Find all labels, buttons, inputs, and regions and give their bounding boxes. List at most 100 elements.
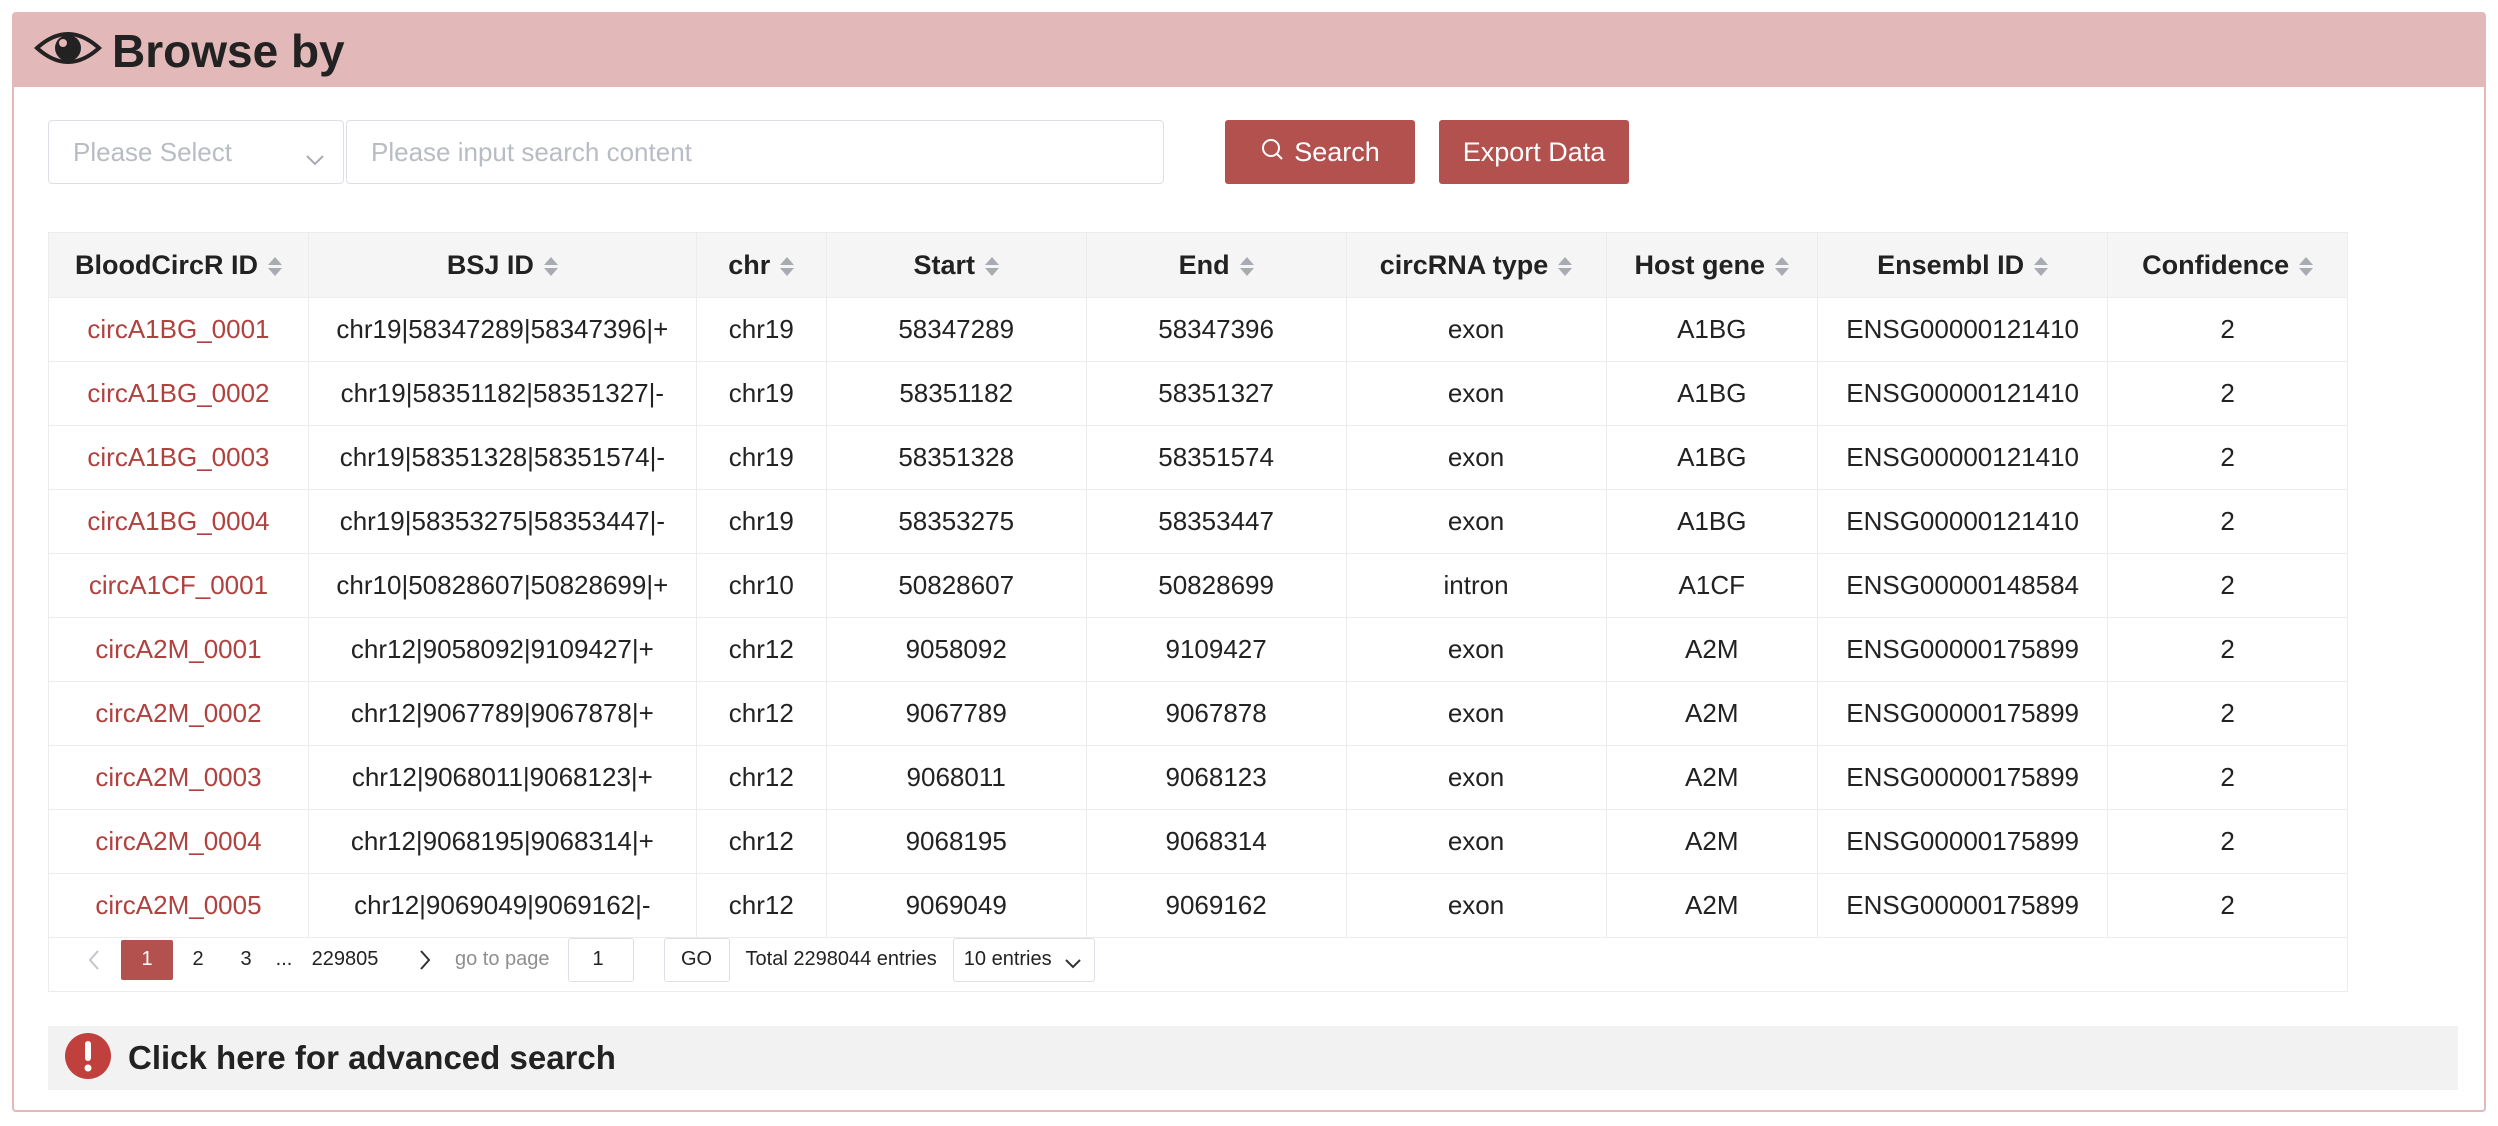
- column-header-label: Host gene: [1634, 249, 1766, 280]
- column-header[interactable]: Start: [825, 232, 1087, 298]
- table-cell: chr19: [695, 425, 827, 490]
- sort-icon[interactable]: [543, 256, 558, 276]
- table-cell: 9109427: [1085, 617, 1347, 682]
- total-entries: Total 2298044 entries: [745, 948, 937, 970]
- table-cell: exon: [1345, 489, 1607, 554]
- sort-icon[interactable]: [1239, 256, 1254, 276]
- table-cell: 2: [2107, 617, 2348, 682]
- export-data-button[interactable]: Export Data: [1439, 120, 1629, 184]
- column-header[interactable]: Confidence: [2107, 232, 2348, 298]
- table-cell: 9068314: [1085, 809, 1347, 874]
- search-input[interactable]: [346, 120, 1164, 184]
- sort-icon[interactable]: [267, 256, 282, 276]
- column-header[interactable]: Host gene: [1605, 232, 1819, 298]
- page-size-select[interactable]: 10 entries: [952, 937, 1095, 982]
- table-cell: A2M: [1605, 809, 1819, 874]
- table-cell: A1BG: [1605, 489, 1819, 554]
- page-title: Browse by: [112, 24, 345, 77]
- table-row: circA1BG_0002 chr19|58351182|58351327|- ch…: [48, 361, 2348, 426]
- column-header-label: End: [1178, 249, 1230, 280]
- table-cell: chr10: [695, 553, 827, 618]
- page-2-button[interactable]: 2: [175, 940, 221, 980]
- table-cell: ENSG00000175899: [1817, 745, 2109, 810]
- circrna-id-link[interactable]: circA2M_0002: [48, 681, 309, 746]
- column-header[interactable]: Ensembl ID: [1817, 232, 2109, 298]
- table-cell: A1CF: [1605, 553, 1819, 618]
- goto-page-input[interactable]: [567, 937, 634, 982]
- sort-icon[interactable]: [1775, 256, 1790, 276]
- table-cell: 9068195: [825, 809, 1087, 874]
- table-cell: exon: [1345, 681, 1607, 746]
- go-button[interactable]: GO: [663, 937, 730, 982]
- circrna-id-link[interactable]: circA2M_0001: [48, 617, 309, 682]
- table-cell: 58351574: [1085, 425, 1347, 490]
- field-select[interactable]: Please Select: [48, 120, 344, 184]
- circrna-id-link[interactable]: circA1BG_0003: [48, 425, 309, 490]
- advanced-search-bar[interactable]: Click here for advanced search: [48, 1026, 2458, 1090]
- table-row: circA2M_0004 chr12|9068195|9068314|+ chr12…: [48, 809, 2348, 874]
- column-header[interactable]: End: [1085, 232, 1347, 298]
- table-cell: exon: [1345, 617, 1607, 682]
- column-header-label: BloodCircR ID: [74, 249, 258, 280]
- table-cell: 50828699: [1085, 553, 1347, 618]
- circrna-id-link[interactable]: circA2M_0004: [48, 809, 309, 874]
- table-cell: chr12: [695, 617, 827, 682]
- chevron-down-icon: [305, 143, 325, 174]
- column-header[interactable]: BSJ ID: [307, 232, 697, 298]
- column-header-label: circRNA type: [1379, 249, 1549, 280]
- circrna-id-link[interactable]: circA2M_0003: [48, 745, 309, 810]
- table-cell: 58351182: [825, 361, 1087, 426]
- page-ellipsis[interactable]: ...: [271, 940, 297, 980]
- sort-icon[interactable]: [780, 256, 795, 276]
- column-header[interactable]: chr: [695, 232, 827, 298]
- eye-icon: [32, 24, 104, 77]
- table-cell: ENSG00000148584: [1817, 553, 2109, 618]
- table-cell: chr19|58351328|58351574|-: [307, 425, 697, 490]
- circrna-id-link[interactable]: circA1BG_0002: [48, 361, 309, 426]
- table-body: circA1BG_0001 chr19|58347289|58347396|+ ch…: [48, 297, 2348, 938]
- table-cell: 2: [2107, 425, 2348, 490]
- column-header-label: chr: [728, 249, 771, 280]
- circrna-id-link[interactable]: circA1BG_0004: [48, 489, 309, 554]
- table-cell: chr19|58347289|58347396|+: [307, 297, 697, 362]
- search-button[interactable]: Search: [1225, 120, 1415, 184]
- table-cell: 58353275: [825, 489, 1087, 554]
- table-cell: chr19: [695, 361, 827, 426]
- sort-icon[interactable]: [2034, 256, 2049, 276]
- last-page-button[interactable]: 229805: [297, 940, 393, 980]
- column-header[interactable]: circRNA type: [1345, 232, 1607, 298]
- table-cell: 2: [2107, 361, 2348, 426]
- table-cell: exon: [1345, 809, 1607, 874]
- table-cell: ENSG00000121410: [1817, 489, 2109, 554]
- next-page-button[interactable]: [407, 940, 443, 980]
- table-cell: A2M: [1605, 745, 1819, 810]
- column-header-label: Ensembl ID: [1877, 249, 2025, 280]
- table-cell: chr12|9068011|9068123|+: [307, 745, 697, 810]
- table-cell: ENSG00000121410: [1817, 425, 2109, 490]
- table-cell: 58347396: [1085, 297, 1347, 362]
- circrna-id-link[interactable]: circA1BG_0001: [48, 297, 309, 362]
- circrna-id-link[interactable]: circA1CF_0001: [48, 553, 309, 618]
- table-cell: exon: [1345, 745, 1607, 810]
- page-1-button[interactable]: 1: [121, 939, 173, 980]
- export-button-label: Export Data: [1462, 136, 1606, 167]
- prev-page-button[interactable]: [79, 940, 109, 980]
- column-header[interactable]: BloodCircR ID: [48, 232, 309, 298]
- sort-icon[interactable]: [2299, 256, 2314, 276]
- field-select-placeholder: Please Select: [73, 136, 232, 167]
- table-cell: 9067878: [1085, 681, 1347, 746]
- table-cell: ENSG00000175899: [1817, 681, 2109, 746]
- table-cell: exon: [1345, 297, 1607, 362]
- table-cell: exon: [1345, 425, 1607, 490]
- page-3-button[interactable]: 3: [223, 940, 269, 980]
- table-header-row: BloodCircR ID BSJ ID chr Start End circRNA ty…: [48, 232, 2348, 298]
- table-cell: ENSG00000121410: [1817, 297, 2109, 362]
- sort-icon[interactable]: [984, 256, 999, 276]
- table-row: circA1BG_0004 chr19|58353275|58353447|- ch…: [48, 489, 2348, 554]
- sort-icon[interactable]: [1558, 256, 1573, 276]
- table-cell: 2: [2107, 489, 2348, 554]
- table-cell: 2: [2107, 745, 2348, 810]
- table-cell: ENSG00000121410: [1817, 361, 2109, 426]
- table-cell: A1BG: [1605, 361, 1819, 426]
- table-cell: 2: [2107, 681, 2348, 746]
